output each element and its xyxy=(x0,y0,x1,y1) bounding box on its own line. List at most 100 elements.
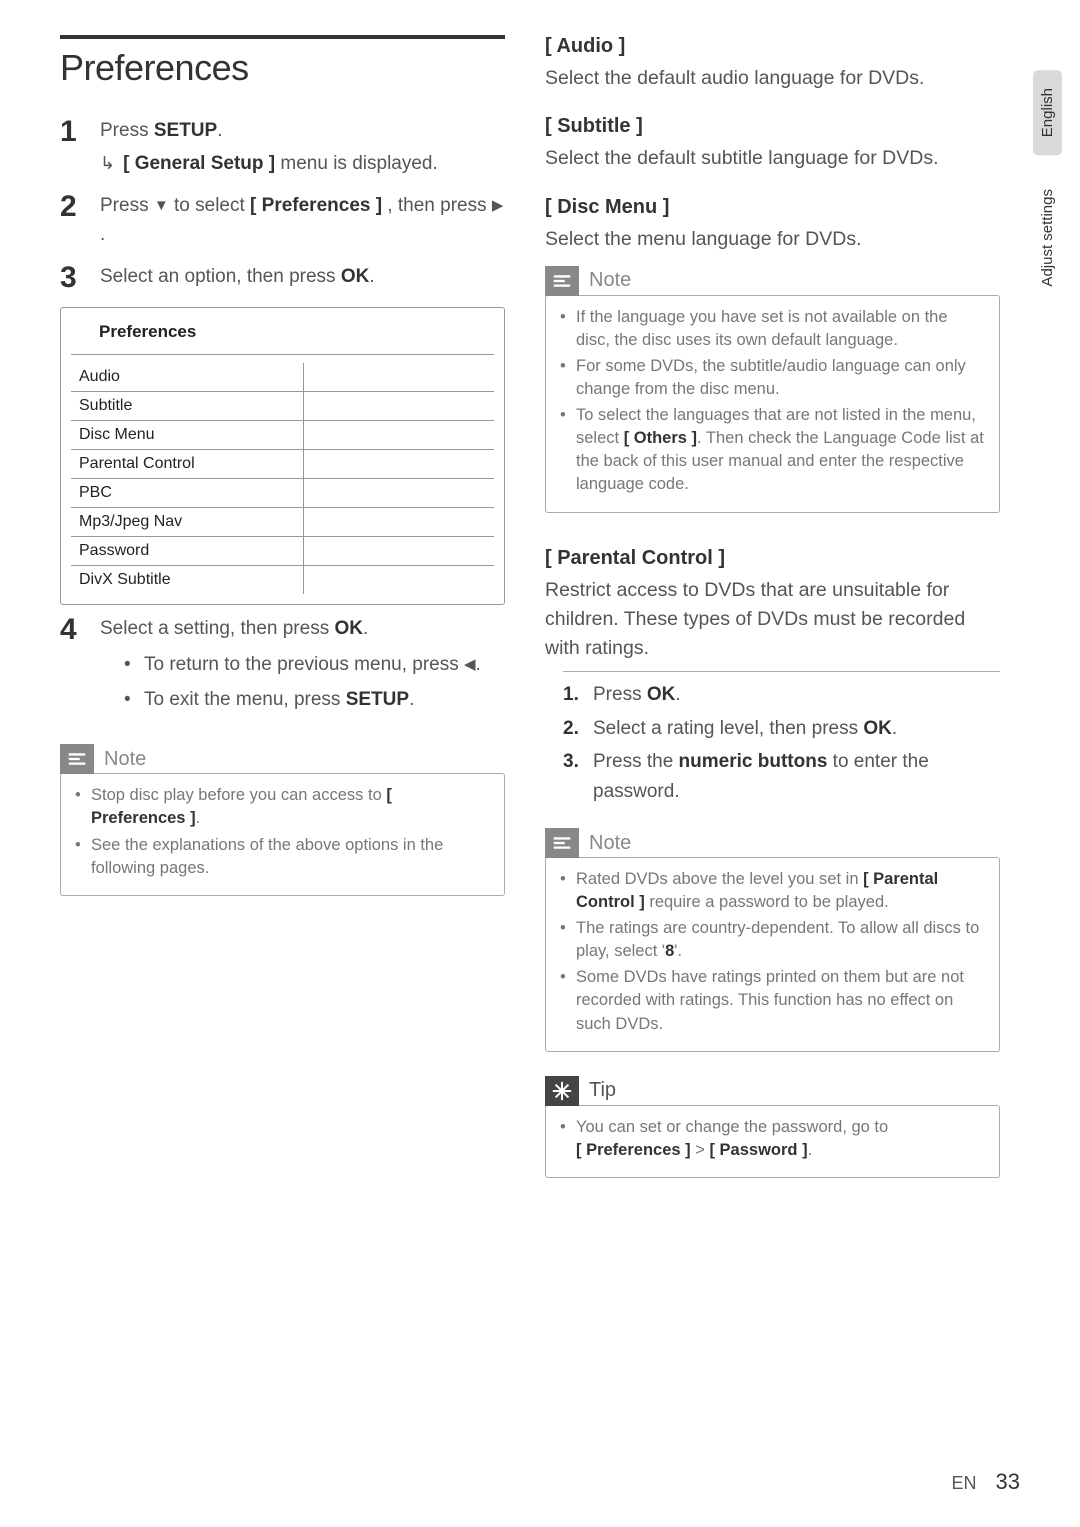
text: require a password to be played. xyxy=(645,893,889,911)
text: Rated DVDs above the level you set in xyxy=(576,870,863,888)
note-item: To select the languages that are not lis… xyxy=(560,404,985,496)
option-desc: Restrict access to DVDs that are unsuita… xyxy=(545,576,1000,664)
menu-row: Password xyxy=(71,537,494,566)
step-body: Press ▼ to select [ Preferences ] , then… xyxy=(100,192,505,249)
step-number: 1 xyxy=(60,117,82,147)
text: [ General Setup ] menu is displayed. xyxy=(123,150,438,179)
section-rule xyxy=(60,35,505,39)
text: . xyxy=(892,718,897,739)
text-bold: [ Preferences ] xyxy=(250,195,382,216)
menu-row: Audio xyxy=(71,363,494,392)
footer-lang: EN xyxy=(951,1473,976,1493)
text: . xyxy=(100,224,105,245)
text: Select a setting, then press xyxy=(100,618,334,639)
menu-item: Mp3/Jpeg Nav xyxy=(71,508,304,536)
option-audio: [ Audio ] Select the default audio langu… xyxy=(545,35,1000,93)
tip-icon xyxy=(545,1076,579,1106)
note-body: Stop disc play before you can access to … xyxy=(60,773,505,895)
step-2: 2 Press ▼ to select [ Preferences ] , th… xyxy=(60,192,505,249)
option-desc: Select the default subtitle language for… xyxy=(545,144,1000,173)
menu-row: Subtitle xyxy=(71,392,494,421)
option-title: [ Subtitle ] xyxy=(545,115,1000,138)
tip-block: Tip You can set or change the password, … xyxy=(545,1076,1000,1178)
result-arrow-icon: ↳ xyxy=(100,150,115,179)
text-bold: [ Password ] xyxy=(709,1141,807,1159)
note-body: If the language you have set is not avai… xyxy=(545,295,1000,513)
note-item: Stop disc play before you can access to … xyxy=(75,784,490,830)
tab-language: English xyxy=(1033,70,1062,155)
note-block: Note If the language you have set is not… xyxy=(545,266,1000,513)
option-subtitle: [ Subtitle ] Select the default subtitle… xyxy=(545,115,1000,173)
text: Select an option, then press xyxy=(100,266,341,287)
text: The ratings are country-dependent. To al… xyxy=(576,919,979,960)
option-disc-menu: [ Disc Menu ] Select the menu language f… xyxy=(545,196,1000,254)
text: . xyxy=(363,618,368,639)
side-tabs: English Adjust settings xyxy=(1033,70,1062,305)
text-bold: OK xyxy=(647,684,676,705)
page-columns: Preferences 1 Press SETUP. ↳ [ General S… xyxy=(60,35,1030,1178)
page-footer: EN 33 xyxy=(951,1469,1020,1495)
text: Press xyxy=(100,120,154,141)
option-desc: Select the menu language for DVDs. xyxy=(545,225,1000,254)
menu-row: PBC xyxy=(71,479,494,508)
text: > xyxy=(691,1141,710,1159)
footer-page-number: 33 xyxy=(996,1469,1020,1494)
right-triangle-icon: ▶ xyxy=(492,195,504,218)
option-title: [ Disc Menu ] xyxy=(545,196,1000,219)
bullet-item: To exit the menu, press SETUP. xyxy=(124,685,505,714)
text-bold: [ General Setup ] xyxy=(123,153,275,174)
note-block: Note Stop disc play before you can acces… xyxy=(60,744,505,895)
text: . xyxy=(675,684,680,705)
note-item: If the language you have set is not avai… xyxy=(560,306,985,352)
step-body: Press SETUP. ↳ [ General Setup ] menu is… xyxy=(100,117,505,178)
menu-items: Audio Subtitle Disc Menu Parental Contro… xyxy=(61,355,504,604)
text: To exit the menu, press xyxy=(144,689,346,710)
text-bold: SETUP xyxy=(154,120,217,141)
right-column: [ Audio ] Select the default audio langu… xyxy=(545,35,1030,1178)
text: Press the xyxy=(593,751,679,772)
list-item: 2.Select a rating level, then press OK. xyxy=(563,714,1000,743)
tip-item: You can set or change the password, go t… xyxy=(560,1116,985,1162)
option-parental-control: [ Parental Control ] Restrict access to … xyxy=(545,547,1000,807)
note-icon xyxy=(545,266,579,296)
text: To return to the previous menu, press xyxy=(144,654,464,675)
text: '. xyxy=(674,942,682,960)
tip-body: You can set or change the password, go t… xyxy=(545,1105,1000,1178)
menu-item: Disc Menu xyxy=(71,421,304,449)
step-body: Select a setting, then press OK. To retu… xyxy=(100,615,505,720)
text-bold: OK xyxy=(334,618,363,639)
note-body: Rated DVDs above the level you set in [ … xyxy=(545,857,1000,1052)
left-triangle-icon: ◀ xyxy=(464,653,476,676)
step-number: 4 xyxy=(60,615,82,645)
text: . xyxy=(476,654,481,675)
note-label: Note xyxy=(104,748,146,771)
text: Select a rating level, then press xyxy=(593,718,863,739)
text-bold: numeric buttons xyxy=(679,751,828,772)
menu-preview-box: Preferences Audio Subtitle Disc Menu Par… xyxy=(60,307,505,605)
option-title: [ Parental Control ] xyxy=(545,547,1000,570)
text-bold: SETUP xyxy=(346,689,409,710)
text-bold: [ Others ] xyxy=(624,429,697,447)
left-column: Preferences 1 Press SETUP. ↳ [ General S… xyxy=(60,35,505,1178)
list-item: 1.Press OK. xyxy=(563,680,1000,709)
note-item: See the explanations of the above option… xyxy=(75,834,490,880)
menu-row: Parental Control xyxy=(71,450,494,479)
text-bold: OK xyxy=(863,718,892,739)
step-4: 4 Select a setting, then press OK. To re… xyxy=(60,615,505,720)
note-item: Some DVDs have ratings printed on them b… xyxy=(560,966,985,1035)
text: . xyxy=(409,689,414,710)
option-title: [ Audio ] xyxy=(545,35,1000,58)
step-1: 1 Press SETUP. ↳ [ General Setup ] menu … xyxy=(60,117,505,178)
menu-row: Mp3/Jpeg Nav xyxy=(71,508,494,537)
list-item: 3.Press the numeric buttons to enter the… xyxy=(563,747,1000,806)
menu-row: Disc Menu xyxy=(71,421,494,450)
step-3: 3 Select an option, then press OK. xyxy=(60,263,505,293)
text: . xyxy=(217,120,222,141)
tab-section: Adjust settings xyxy=(1033,171,1062,305)
text: Press xyxy=(100,195,154,216)
text-bold: 8 xyxy=(665,942,674,960)
note-item: Rated DVDs above the level you set in [ … xyxy=(560,868,985,914)
menu-item: PBC xyxy=(71,479,304,507)
menu-header: Preferences xyxy=(61,308,504,354)
note-item: The ratings are country-dependent. To al… xyxy=(560,917,985,963)
